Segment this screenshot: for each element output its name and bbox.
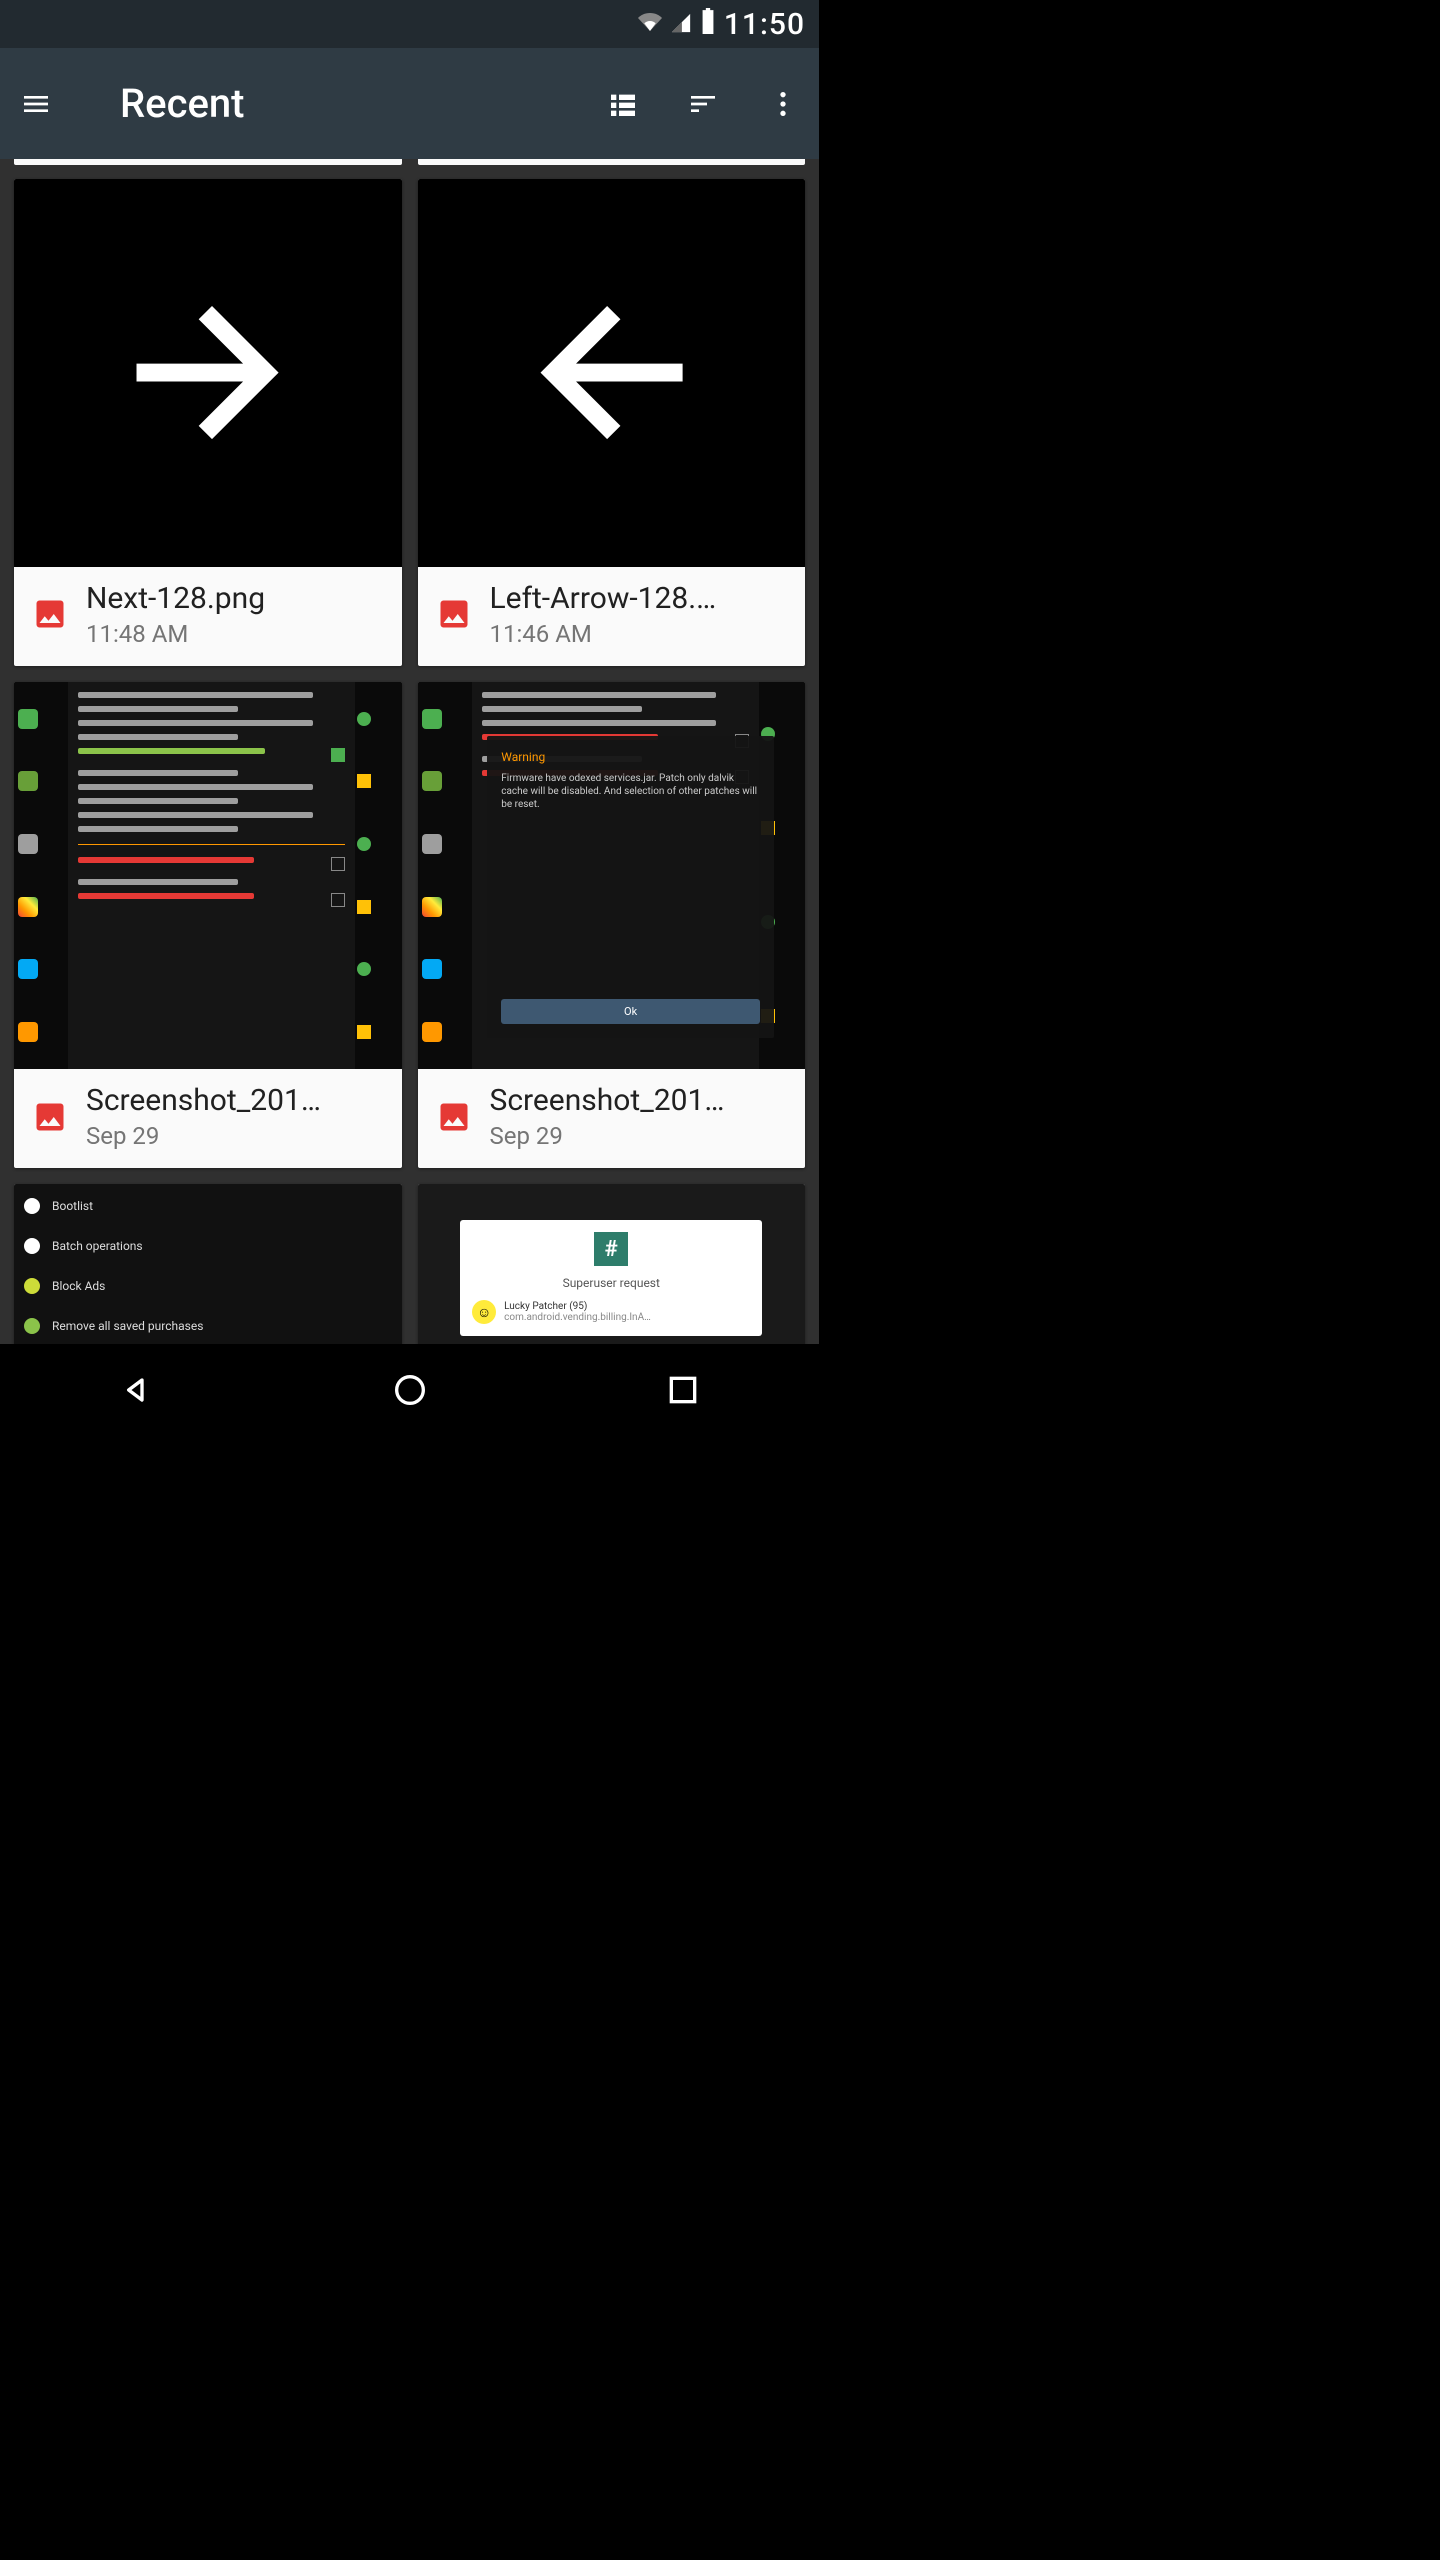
su-pkg-name: com.android.vending.billing.InA… (504, 1312, 651, 1323)
thumb-list-item: Batch operations (52, 1239, 143, 1253)
card-peek[interactable] (14, 159, 402, 165)
file-name: Screenshot_201… (86, 1083, 384, 1118)
file-card[interactable]: Next-128.png 11:48 AM (14, 179, 402, 666)
status-bar: 11:50 (0, 0, 819, 48)
arrow-left-icon (505, 266, 718, 479)
image-file-icon (32, 596, 68, 632)
file-card[interactable]: Screenshot_201… Sep 29 (14, 682, 402, 1169)
file-meta: Screenshot_201… Sep 29 (14, 1069, 402, 1168)
file-meta: Left-Arrow-128.… 11:46 AM (418, 567, 806, 666)
smiley-icon: ☺ (472, 1300, 496, 1324)
clock-time: 11:50 (724, 7, 805, 42)
app-bar: Recent (0, 48, 819, 159)
image-file-icon (32, 1099, 68, 1135)
thumbnail (14, 179, 402, 567)
file-name: Screenshot_201… (490, 1083, 788, 1118)
battery-icon (700, 7, 716, 42)
menu-icon[interactable] (8, 76, 64, 132)
file-date: Sep 29 (86, 1122, 384, 1150)
thumb-list-item: Remove all saved purchases (52, 1319, 203, 1333)
warning-title: Warning (501, 750, 760, 764)
image-file-icon (436, 596, 472, 632)
thumbnail (418, 179, 806, 567)
wifi-icon (638, 7, 662, 42)
thumbnail: Bootlist Batch operations Block Ads Remo… (14, 1184, 402, 1344)
back-button[interactable] (117, 1370, 157, 1414)
modal-overlay: Warning Firmware have odexed services.ja… (487, 736, 774, 1038)
file-date: Sep 29 (490, 1122, 788, 1150)
card-peek[interactable] (418, 159, 806, 165)
thumbnail (14, 682, 402, 1070)
file-date: 11:46 AM (490, 620, 788, 648)
page-title: Recent (120, 80, 571, 127)
thumb-list-item: Bootlist (52, 1199, 93, 1213)
file-card[interactable]: # Superuser request ☺ Lucky Patcher (95)… (418, 1184, 806, 1344)
file-name: Next-128.png (86, 581, 384, 616)
hash-icon: # (594, 1232, 628, 1266)
thumbnail: # Superuser request ☺ Lucky Patcher (95)… (418, 1184, 806, 1344)
file-card[interactable]: Left-Arrow-128.… 11:46 AM (418, 179, 806, 666)
file-card[interactable]: Warning Firmware have odexed services.ja… (418, 682, 806, 1169)
view-list-icon[interactable] (595, 76, 651, 132)
su-request-label: Superuser request (563, 1276, 660, 1290)
ok-button-thumb: Ok (501, 999, 760, 1024)
image-file-icon (436, 1099, 472, 1135)
warning-body: Firmware have odexed services.jar. Patch… (501, 772, 760, 989)
thumbnail: Warning Firmware have odexed services.ja… (418, 682, 806, 1070)
home-button[interactable] (390, 1370, 430, 1414)
su-app-name: Lucky Patcher (95) (504, 1301, 651, 1312)
file-grid: Next-128.png 11:48 AM Left-Arrow-128.… 1… (0, 159, 819, 1344)
cell-signal-icon (670, 7, 692, 42)
file-card[interactable]: Bootlist Batch operations Block Ads Remo… (14, 1184, 402, 1344)
file-date: 11:48 AM (86, 620, 384, 648)
sort-icon[interactable] (675, 76, 731, 132)
nav-bar (0, 1344, 819, 1440)
recents-button[interactable] (663, 1370, 703, 1414)
arrow-right-icon (101, 266, 314, 479)
file-meta: Screenshot_201… Sep 29 (418, 1069, 806, 1168)
thumb-list-item: Block Ads (52, 1279, 105, 1293)
file-meta: Next-128.png 11:48 AM (14, 567, 402, 666)
overflow-icon[interactable] (755, 76, 811, 132)
file-name: Left-Arrow-128.… (490, 581, 788, 616)
